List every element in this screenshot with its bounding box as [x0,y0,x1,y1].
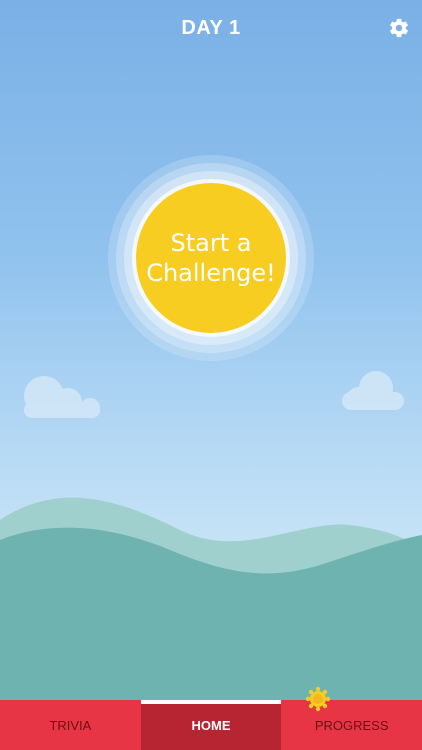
start-challenge-button[interactable]: Start a Challenge! [136,183,286,333]
start-challenge-sun: Start a Challenge! [108,155,314,361]
tab-trivia-label: TRIVIA [49,717,92,733]
cloud-right [342,371,404,410]
sun-badge-icon [306,686,331,712]
tab-home[interactable]: HOME [140,700,282,750]
tab-trivia[interactable]: TRIVIA [0,700,141,750]
page-title: DAY 1 [181,17,241,39]
hills-illustration [0,497,422,702]
gear-icon[interactable] [388,17,410,39]
tab-progress-label: PROGRESS [314,717,389,733]
tab-progress[interactable]: PROGRESS [281,686,422,750]
tab-bar: TRIVIA HOME PROGRESS [0,686,422,750]
home-screen: DAY 1 Start a Challenge! TRIVIA HOME PRO… [0,0,422,750]
header: DAY 1 [0,0,422,58]
tab-home-label: HOME [191,717,231,733]
cloud-left [24,376,100,418]
start-challenge-label: Start a Challenge! [146,229,276,287]
